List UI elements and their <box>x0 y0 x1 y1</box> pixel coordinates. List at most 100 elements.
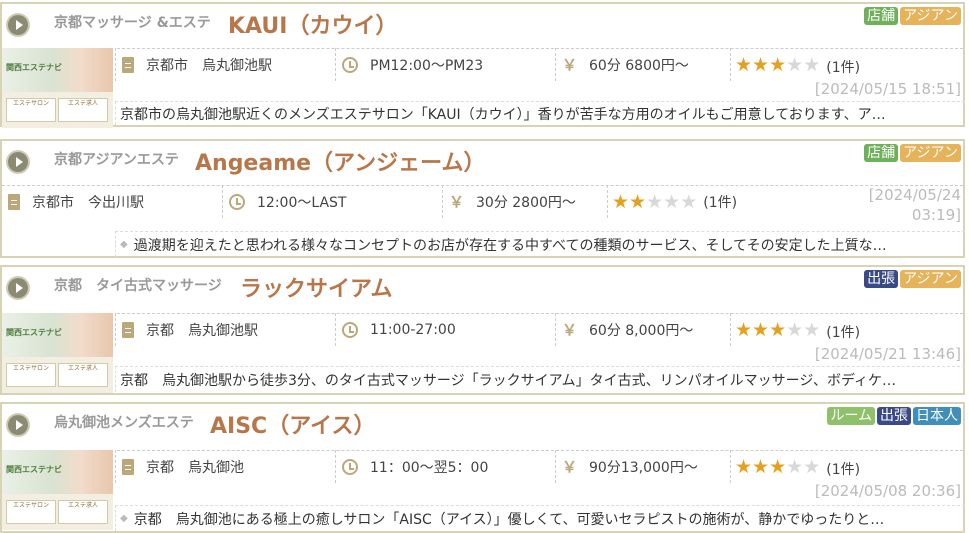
price-text: 60分 8,000円〜 <box>589 322 694 339</box>
diamond-bullet-icon: ◆ <box>120 513 128 524</box>
rating-cell: ★★★★★ (1件) <box>607 185 867 218</box>
listing-description: ◆ 過渡期を迎えたと思われる様々なコンセプトのお店が存在する中すべての種類のサー… <box>115 231 965 257</box>
yen-icon: ￥ <box>562 321 578 339</box>
arrow-right-icon[interactable] <box>8 415 28 435</box>
listing-name-link[interactable]: ラックサイアム <box>240 271 392 303</box>
rating-cell: ★★★★★ (1件) <box>730 450 965 483</box>
price-cell: ￥ 30分 2800円〜 <box>442 185 607 218</box>
star-filled-icon: ★ <box>735 456 753 478</box>
tag-asian: アジアン <box>900 144 961 162</box>
listing-category: 烏丸御池メンズエステ <box>54 415 194 431</box>
thumbnail-salon-button: エステサロン <box>6 500 56 524</box>
description-text: 京都 烏丸御池にある極上の癒しサロン「AISC（アイス）」優しくて、可愛いセラピ… <box>133 511 885 528</box>
clock-icon <box>342 56 358 73</box>
star-empty-icon: ★ <box>803 456 821 478</box>
star-empty-icon: ★ <box>680 190 698 213</box>
star-filled-icon: ★ <box>769 319 787 341</box>
diamond-bullet-icon: ◆ <box>120 239 128 250</box>
thumbnail-recruit-button: エステ求人 <box>58 98 108 122</box>
thumbnail-recruit-button: エステ求人 <box>58 363 108 387</box>
rating-cell: ★★★★★ (1件) <box>730 313 965 346</box>
post-date: [2024/05/24 03:19] <box>869 185 961 225</box>
star-empty-icon: ★ <box>663 190 681 213</box>
star-filled-icon: ★ <box>735 54 753 76</box>
tag-group: ルーム 出張 日本人 <box>827 407 961 425</box>
rating-stars: ★★★★★ <box>735 319 820 341</box>
listing-description: 京都 烏丸御池駅から徒歩3分、のタイ古式マッサージ「ラックサイアム」タイ古式、リ… <box>115 366 965 392</box>
area-text: 京都市 今出川駅 <box>32 194 144 211</box>
tag-group: 出張 アジアン <box>864 270 961 288</box>
hours-text: 11:00-27:00 <box>370 321 456 338</box>
clock-icon <box>342 458 358 475</box>
price-text: 30分 2800円〜 <box>476 194 576 211</box>
listing-card: 京都 タイ古式マッサージ ラックサイアム 出張 アジアン 関西エステナビ エステ… <box>0 265 965 395</box>
arrow-right-icon[interactable] <box>8 278 28 298</box>
star-empty-icon: ★ <box>786 319 804 341</box>
thumbnail-salon-button: エステサロン <box>6 98 56 122</box>
listing-name-link[interactable]: AISC（アイス） <box>210 408 375 440</box>
star-filled-icon: ★ <box>769 54 787 76</box>
star-filled-icon: ★ <box>735 319 753 341</box>
rating-stars: ★★★★★ <box>612 191 697 213</box>
thumbnail-recruit-button: エステ求人 <box>58 500 108 524</box>
star-filled-icon: ★ <box>612 190 630 213</box>
area-cell: 京都 烏丸御池 <box>115 450 335 483</box>
post-date: [2024/05/15 18:51] <box>814 80 961 98</box>
rating-cell: ★★★★★ (1件) <box>730 48 965 81</box>
arrow-right-icon[interactable] <box>8 152 28 172</box>
price-cell: ￥ 90分13,000円〜 <box>555 450 730 483</box>
listing-list: 京都マッサージ &エステ KAUI（カウイ） 店舗 アジアン 関西エステナビ エ… <box>0 0 969 533</box>
listing-description: ◆ 京都 烏丸御池にある極上の癒しサロン「AISC（アイス）」優しくて、可愛いセ… <box>115 505 965 531</box>
hours-text: 11：00〜翌5：00 <box>370 459 489 476</box>
tag-asian: アジアン <box>900 270 961 288</box>
listing-name-link[interactable]: KAUI（カウイ） <box>228 8 397 40</box>
post-date: [2024/05/08 20:36] <box>814 482 961 500</box>
listing-thumbnail[interactable]: 関西エステナビ エステサロン エステ求人 <box>2 450 113 530</box>
tag-room: ルーム <box>827 407 875 425</box>
hours-cell: PM12:00〜PM23 <box>335 48 555 81</box>
review-count[interactable]: (1件) <box>703 192 737 212</box>
rating-stars: ★★★★★ <box>735 456 820 478</box>
star-empty-icon: ★ <box>786 456 804 478</box>
post-date-line2: 03:19] <box>911 206 961 224</box>
description-text: 過渡期を迎えたと思われる様々なコンセプトのお店が存在する中すべての種類のサービス… <box>133 237 887 254</box>
document-icon <box>122 321 134 338</box>
tag-shop: 店舗 <box>864 7 899 25</box>
listing-card: 烏丸御池メンズエステ AISC（アイス） ルーム 出張 日本人 関西エステナビ … <box>0 402 965 533</box>
review-count[interactable]: (1件) <box>826 459 860 479</box>
listing-thumbnail[interactable]: 関西エステナビ エステサロン エステ求人 <box>2 313 113 393</box>
tag-dispatch: 出張 <box>877 407 911 425</box>
listing-card: 京都マッサージ &エステ KAUI（カウイ） 店舗 アジアン 関西エステナビ エ… <box>0 2 965 128</box>
star-empty-icon: ★ <box>646 190 664 213</box>
clock-icon <box>229 193 245 210</box>
price-cell: ￥ 60分 8,000円〜 <box>555 313 730 346</box>
review-count[interactable]: (1件) <box>826 57 860 77</box>
hours-cell: 11：00〜翌5：00 <box>335 450 555 483</box>
listing-thumbnail[interactable]: 関西エステナビ エステサロン エステ求人 <box>2 48 113 128</box>
listing-category: 京都アジアンエステ <box>54 152 179 168</box>
area-cell: 京都市 烏丸御池駅 <box>115 48 335 81</box>
star-empty-icon: ★ <box>803 319 821 341</box>
yen-icon: ￥ <box>562 458 578 476</box>
thumbnail-logo: 関西エステナビ <box>6 328 62 337</box>
yen-icon: ￥ <box>562 56 578 74</box>
tag-dispatch: 出張 <box>864 270 899 288</box>
listing-description: 京都市の烏丸御池駅近くのメンズエステサロン「KAUI（カウイ）」香りが苦手な方用… <box>115 101 965 125</box>
area-cell: 京都 烏丸御池駅 <box>115 313 335 346</box>
star-filled-icon: ★ <box>752 456 770 478</box>
listing-category: 京都 タイ古式マッサージ <box>54 278 222 294</box>
rating-stars: ★★★★★ <box>735 54 820 76</box>
area-text: 京都 烏丸御池 <box>146 459 244 476</box>
area-text: 京都 烏丸御池駅 <box>146 322 258 339</box>
document-icon <box>122 56 134 73</box>
hours-text: PM12:00〜PM23 <box>370 57 484 74</box>
hours-text: 12:00〜LAST <box>257 194 347 211</box>
review-count[interactable]: (1件) <box>826 322 860 342</box>
tag-group: 店舗 アジアン <box>864 7 961 25</box>
thumbnail-salon-button: エステサロン <box>6 363 56 387</box>
arrow-right-icon[interactable] <box>8 15 28 35</box>
listing-name-link[interactable]: Angeame（アンジェーム） <box>195 145 486 177</box>
post-date-line1: [2024/05/24 <box>868 186 961 204</box>
thumbnail-logo: 関西エステナビ <box>6 63 62 72</box>
star-filled-icon: ★ <box>752 319 770 341</box>
